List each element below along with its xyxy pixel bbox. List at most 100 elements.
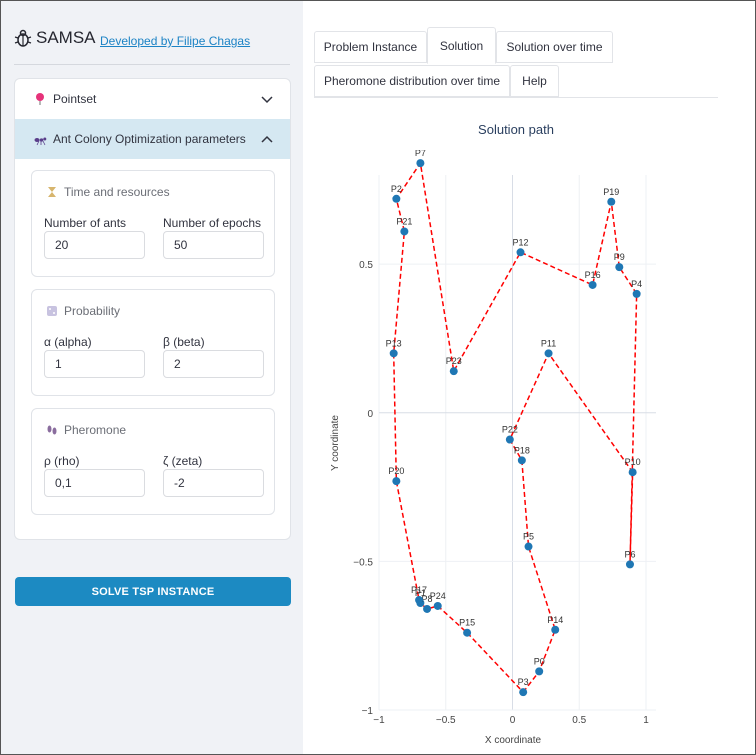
point-marker	[423, 604, 432, 613]
point-label: P3	[518, 677, 529, 687]
point-marker	[433, 601, 442, 610]
bug-icon	[14, 29, 32, 47]
point-marker	[516, 248, 525, 257]
pointset-expander[interactable]: Pointset	[15, 79, 290, 119]
point-label: P20	[388, 466, 404, 476]
point-marker	[517, 456, 526, 465]
alpha-input[interactable]: 1	[44, 350, 145, 378]
beta-label: β (beta)	[163, 335, 205, 349]
x-tick-label: −1	[373, 715, 385, 726]
zeta-input[interactable]: -2	[163, 469, 264, 497]
tab-problem-instance[interactable]: Problem Instance	[314, 31, 427, 63]
point-label: P4	[631, 279, 642, 289]
point-label: P17	[411, 585, 427, 595]
point-marker	[544, 349, 553, 358]
chevron-down-icon	[261, 96, 273, 104]
point-label: P9	[614, 252, 625, 262]
point-label: P0	[534, 656, 545, 666]
point-marker	[392, 194, 401, 203]
point-label: P14	[547, 615, 563, 625]
x-tick-label: 0.5	[572, 715, 586, 726]
x-tick-label: 1	[643, 715, 649, 726]
rho-input[interactable]: 0,1	[44, 469, 145, 497]
point-label: P13	[386, 338, 402, 348]
divider	[14, 64, 290, 65]
x-tick-label: −0.5	[436, 715, 456, 726]
probability-card: Probability α (alpha) 1 β (beta) 2	[31, 289, 275, 396]
point-marker	[392, 477, 401, 486]
point-label: P15	[459, 618, 475, 628]
app-title: SAMSA	[36, 28, 96, 47]
tab-solution-over-time[interactable]: Solution over time	[496, 31, 613, 63]
aco-label: Ant Colony Optimization parameters	[53, 132, 246, 146]
ants-label: Number of ants	[44, 216, 127, 230]
point-marker	[400, 227, 409, 236]
point-marker	[505, 435, 514, 444]
alpha-label: α (alpha)	[44, 335, 92, 349]
point-marker	[628, 468, 637, 477]
hourglass-icon	[48, 187, 56, 197]
point-label: P19	[603, 187, 619, 197]
author-link[interactable]: Developed by Filipe Chagas	[100, 34, 250, 48]
y-tick-label: −0.5	[353, 557, 373, 568]
point-label: P12	[513, 237, 529, 247]
chevron-up-icon	[261, 135, 273, 143]
ant-icon	[34, 137, 47, 146]
point-label: P11	[541, 338, 556, 348]
point-marker	[416, 159, 425, 168]
pointset-label: Pointset	[53, 92, 97, 106]
point-label: P21	[396, 216, 412, 226]
point-label: P10	[625, 457, 641, 467]
beta-input[interactable]: 2	[163, 350, 264, 378]
point-marker	[449, 367, 458, 376]
y-axis-label: Y coordinate	[330, 415, 341, 471]
rho-label: ρ (rho)	[44, 454, 80, 468]
point-marker	[463, 628, 472, 637]
dice-icon	[47, 306, 57, 316]
zeta-label: ζ (zeta)	[163, 454, 203, 468]
point-label: P22	[502, 425, 518, 435]
point-label: P6	[624, 549, 635, 559]
x-tick-label: 0	[510, 715, 516, 726]
point-marker	[625, 560, 634, 569]
point-marker	[389, 349, 398, 358]
probability-caption: Probability	[46, 304, 120, 318]
x-axis-label: X coordinate	[485, 735, 542, 746]
point-marker	[551, 625, 560, 634]
tab-help[interactable]: Help	[510, 65, 559, 97]
y-tick-label: 0.5	[359, 260, 373, 271]
point-marker	[588, 280, 597, 289]
point-marker	[615, 263, 624, 272]
tab-solution[interactable]: Solution	[427, 27, 496, 64]
point-label: P23	[446, 356, 462, 366]
solve-button[interactable]: SOLVE TSP INSTANCE	[15, 577, 291, 606]
brand: SAMSA	[14, 28, 96, 48]
point-label: P16	[585, 270, 601, 280]
point-label: P7	[415, 150, 426, 158]
point-label: P2	[391, 184, 402, 194]
epochs-label: Number of epochs	[163, 216, 262, 230]
aco-expander[interactable]: Ant Colony Optimization parameters	[15, 119, 290, 159]
point-marker	[607, 197, 616, 206]
point-label: P18	[514, 445, 530, 455]
point-marker	[524, 542, 533, 551]
point-marker	[415, 596, 424, 605]
pheromone-caption: Pheromone	[46, 423, 126, 437]
ants-input[interactable]: 20	[44, 231, 145, 259]
point-label: P5	[523, 532, 534, 542]
epochs-input[interactable]: 50	[163, 231, 264, 259]
chart-title: Solution path	[478, 122, 554, 137]
point-marker	[632, 289, 641, 298]
time-resources-card: Time and resources Number of ants 20 Num…	[31, 170, 275, 277]
pheromone-card: Pheromone ρ (rho) 0,1 ζ (zeta) -2	[31, 408, 275, 515]
tabs-divider	[314, 97, 718, 98]
pin-icon	[36, 93, 44, 105]
point-label: P24	[430, 591, 446, 601]
y-tick-label: −1	[362, 706, 374, 717]
tab-pheromone-distribution[interactable]: Pheromone distribution over time	[314, 65, 510, 97]
time-resources-caption: Time and resources	[46, 185, 170, 199]
footprints-icon	[47, 425, 57, 435]
solution-path-chart: Y coordinate X coordinate −1 −0.5 0 0.5 1 −1 −…	[330, 150, 656, 746]
point-marker	[535, 667, 544, 676]
y-tick-label: 0	[367, 409, 373, 420]
